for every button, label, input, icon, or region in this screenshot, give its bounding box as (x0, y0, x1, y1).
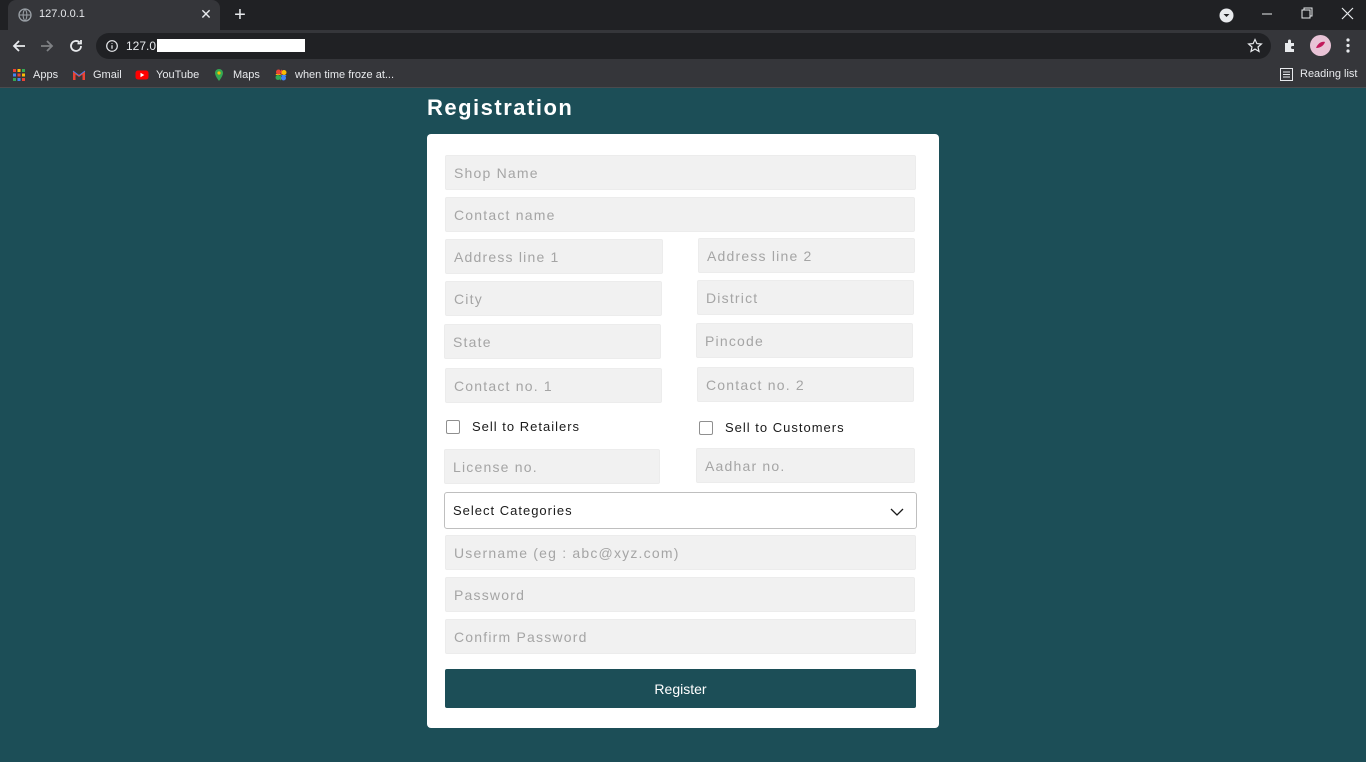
address-line-2-input[interactable]: Address line 2 (698, 238, 915, 273)
license-no-input[interactable]: License no. (444, 449, 660, 484)
forward-arrow-icon[interactable] (38, 37, 56, 55)
sell-to-customers-checkbox[interactable] (699, 421, 713, 435)
profile-avatar[interactable] (1310, 35, 1331, 56)
back-arrow-icon[interactable] (10, 37, 28, 55)
tab-title: 127.0.0.1 (39, 8, 85, 20)
contact-no-1-input[interactable]: Contact no. 1 (445, 368, 662, 403)
url-redaction (157, 39, 305, 52)
sell-to-retailers-checkbox[interactable] (446, 420, 460, 434)
close-tab-icon[interactable]: ✕ (198, 6, 214, 22)
bookmark-label: YouTube (156, 69, 200, 81)
address-line-1-input[interactable]: Address line 1 (445, 239, 663, 274)
bookmark-when-time-froze[interactable]: when time froze at... (274, 68, 399, 84)
city-input[interactable]: City (445, 281, 662, 316)
tab-strip: 127.0.0.1 ✕ + (0, 0, 1366, 30)
select-categories-dropdown[interactable]: Select Categories (444, 492, 917, 529)
bookmark-maps[interactable]: Maps (212, 68, 264, 84)
more-menu-icon[interactable] (1341, 37, 1355, 54)
new-tab-icon[interactable]: + (230, 4, 250, 26)
reload-icon[interactable] (67, 37, 85, 55)
sell-to-customers-label: Sell to Customers (725, 420, 845, 435)
shop-name-input[interactable]: Shop Name (445, 155, 916, 190)
sell-to-retailers-label: Sell to Retailers (472, 419, 581, 434)
chevron-down-icon[interactable] (889, 506, 905, 518)
minimize-icon[interactable] (1254, 3, 1280, 25)
info-icon[interactable] (106, 40, 118, 52)
globe-icon (18, 8, 32, 22)
bookmark-label: Maps (233, 69, 260, 81)
gmail-icon (72, 70, 86, 80)
username-input[interactable]: Username (eg : abc@xyz.com) (445, 535, 916, 570)
contact-no-2-input[interactable]: Contact no. 2 (697, 367, 914, 402)
tab-search-icon[interactable] (1219, 8, 1234, 23)
pinwheel-icon (275, 69, 287, 81)
close-window-icon[interactable] (1334, 3, 1360, 25)
extensions-puzzle-icon[interactable] (1282, 37, 1299, 54)
reading-list-icon (1280, 68, 1293, 81)
register-button[interactable]: Register (445, 669, 916, 708)
aadhar-no-input[interactable]: Aadhar no. (696, 448, 915, 483)
password-input[interactable]: Password (445, 577, 915, 612)
address-bar[interactable]: 127.0. (96, 33, 1271, 59)
page-title: Registration (427, 95, 574, 120)
youtube-icon (135, 70, 149, 80)
bookmark-label: Gmail (93, 69, 122, 81)
pincode-input[interactable]: Pincode (696, 323, 913, 358)
bookmark-apps[interactable]: Apps (12, 68, 62, 84)
browser-tab[interactable]: 127.0.0.1 ✕ (8, 0, 220, 30)
reading-list-label: Reading list (1300, 68, 1358, 80)
url-text: 127.0. (126, 39, 160, 53)
profile-bird-icon (1316, 41, 1325, 48)
bookmark-label: when time froze at... (295, 69, 395, 81)
restore-icon[interactable] (1293, 3, 1319, 25)
bookmark-gmail[interactable]: Gmail (72, 68, 127, 84)
bookmark-star-icon[interactable] (1247, 38, 1263, 54)
district-input[interactable]: District (697, 280, 914, 315)
bookmarks-bar: Apps Gmail YouTube Maps when time froze … (0, 62, 1366, 88)
confirm-password-input[interactable]: Confirm Password (445, 619, 916, 654)
apps-grid-icon (13, 69, 25, 81)
browser-toolbar: 127.0. (0, 30, 1366, 62)
bookmark-youtube[interactable]: YouTube (135, 68, 205, 84)
maps-pin-icon (215, 69, 223, 81)
bookmark-label: Apps (33, 69, 59, 81)
contact-name-input[interactable]: Contact name (445, 197, 915, 232)
state-input[interactable]: State (444, 324, 661, 359)
